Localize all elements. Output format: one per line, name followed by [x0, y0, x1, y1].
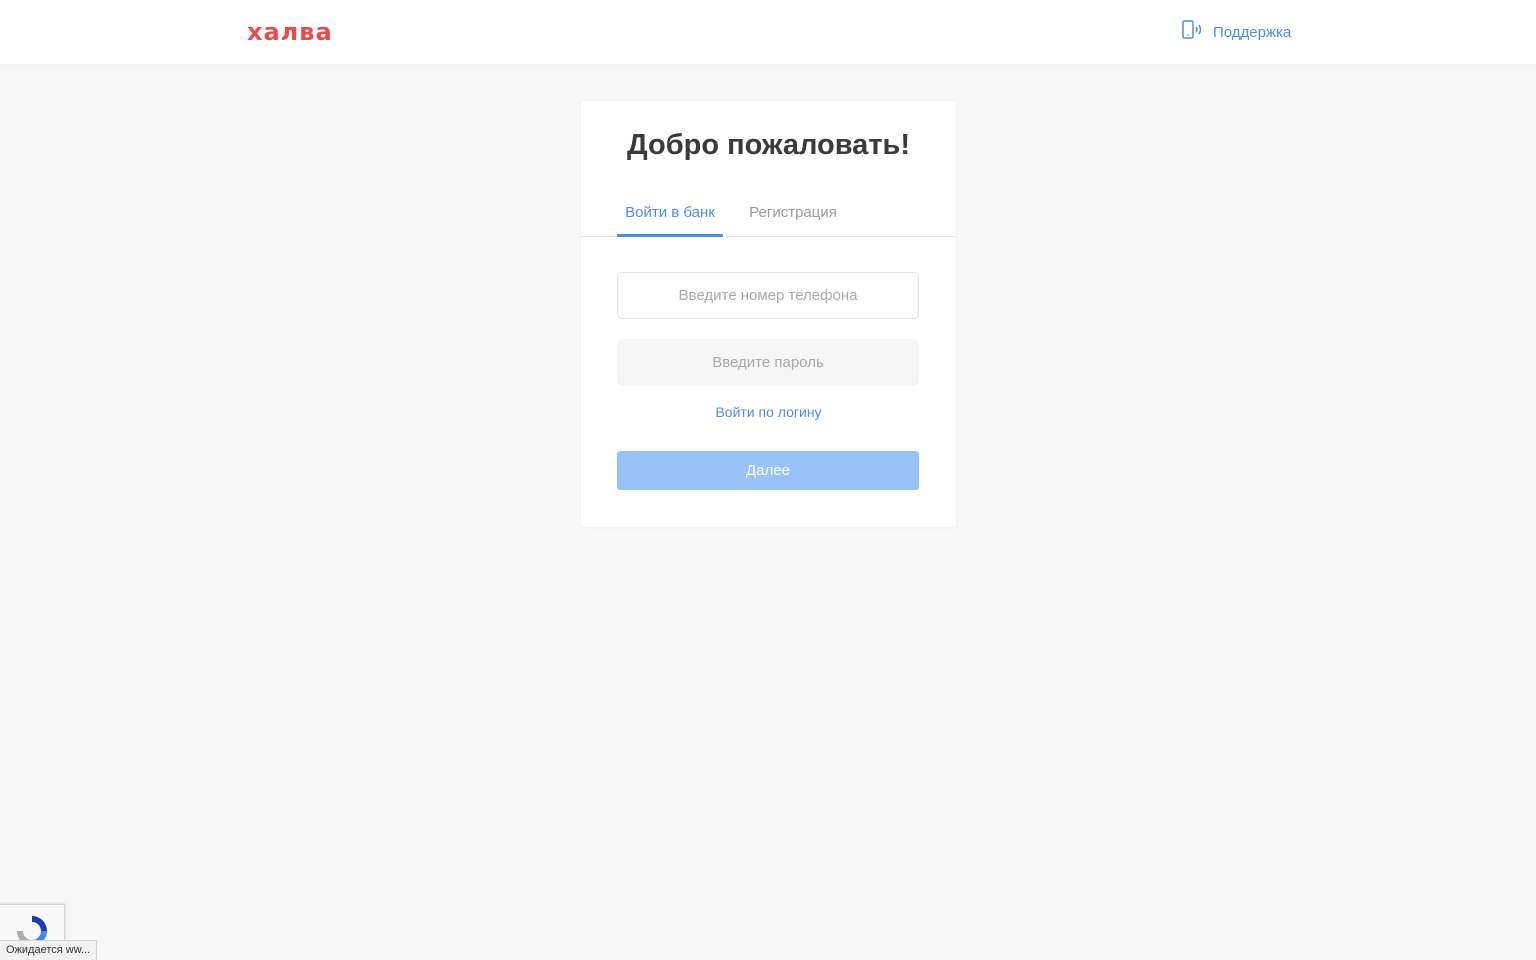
login-card: Добро пожаловать! Войти в банк Регистрац…	[581, 101, 956, 527]
auth-tabs: Войти в банк Регистрация	[581, 192, 956, 237]
password-input[interactable]	[617, 339, 919, 386]
login-by-username-link[interactable]: Войти по логину	[581, 404, 956, 420]
tab-login[interactable]: Войти в банк	[617, 192, 723, 237]
page-title: Добро пожаловать!	[626, 129, 911, 161]
phone-vibrate-icon	[1181, 19, 1207, 45]
tab-register[interactable]: Регистрация	[743, 192, 843, 236]
phone-input[interactable]	[617, 272, 919, 319]
next-button[interactable]: Далее	[617, 451, 919, 490]
support-label: Поддержка	[1213, 23, 1292, 41]
header: халва Поддержка	[0, 0, 1536, 64]
halva-logo[interactable]: халва	[247, 20, 337, 44]
support-link[interactable]: Поддержка	[1181, 20, 1291, 44]
logo-text: халва	[247, 18, 333, 46]
browser-status-bar: Ожидается ww...	[0, 940, 98, 960]
